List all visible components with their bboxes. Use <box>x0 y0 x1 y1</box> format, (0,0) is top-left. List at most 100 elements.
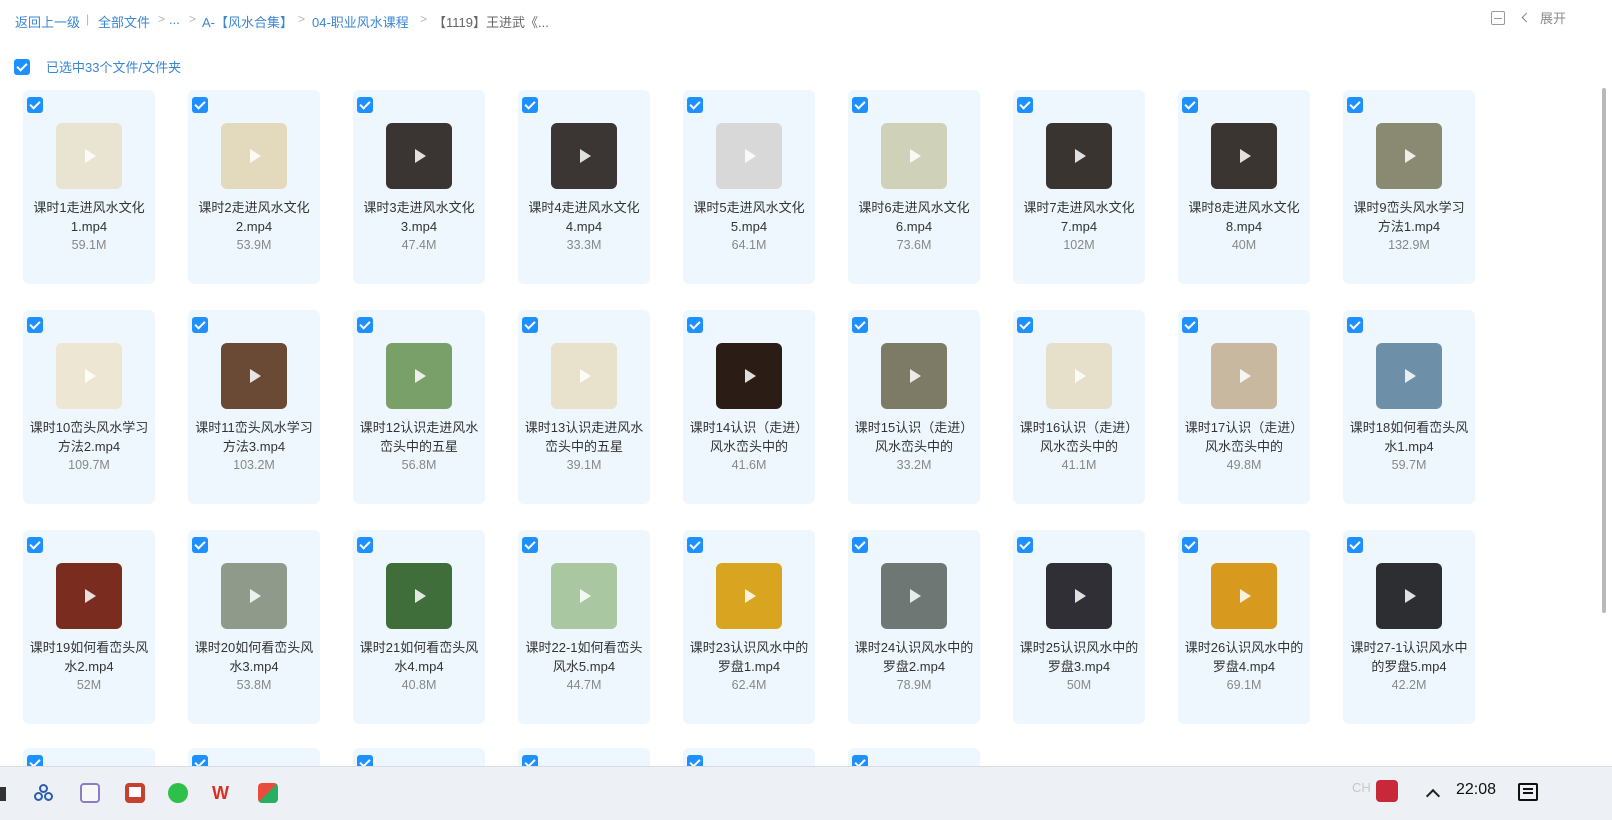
file-checkbox[interactable] <box>1182 537 1198 553</box>
file-checkbox[interactable] <box>27 537 43 553</box>
file-card[interactable]: 课时12认识走进风水峦头中的五星 56.8M <box>353 310 485 504</box>
file-name[interactable]: 课时25认识风水中的罗盘3.mp4 <box>1019 638 1139 676</box>
file-name[interactable]: 课时7走进风水文化7.mp4 <box>1019 198 1139 236</box>
file-name[interactable]: 课时17认识（走进）风水峦头中的 <box>1184 418 1304 456</box>
file-checkbox[interactable] <box>852 317 868 333</box>
file-card[interactable]: 课时20如何看峦头风水3.mp4 53.8M <box>188 530 320 724</box>
file-checkbox[interactable] <box>1017 317 1033 333</box>
file-checkbox[interactable] <box>1347 97 1363 113</box>
baidu-netdisk-icon[interactable] <box>34 783 54 803</box>
video-thumbnail[interactable] <box>1376 123 1442 189</box>
file-card[interactable]: 课时22-1如何看峦头风水5.mp4 44.7M <box>518 530 650 724</box>
file-card[interactable]: 课时9峦头风水学习方法1.mp4 132.9M <box>1343 90 1475 284</box>
file-card[interactable]: 课时13认识走进风水峦头中的五星 39.1M <box>518 310 650 504</box>
file-name[interactable]: 课时23认识风水中的罗盘1.mp4 <box>689 638 809 676</box>
video-thumbnail[interactable] <box>56 563 122 629</box>
video-thumbnail[interactable] <box>716 563 782 629</box>
video-thumbnail[interactable] <box>56 343 122 409</box>
video-thumbnail[interactable] <box>551 563 617 629</box>
file-name[interactable]: 课时3走进风水文化3.mp4 <box>359 198 479 236</box>
file-name[interactable]: 课时18如何看峦头风水1.mp4 <box>1349 418 1469 456</box>
video-thumbnail[interactable] <box>221 563 287 629</box>
file-name[interactable]: 课时15认识（走进）风水峦头中的 <box>854 418 974 456</box>
video-thumbnail[interactable] <box>56 123 122 189</box>
file-checkbox[interactable] <box>192 317 208 333</box>
file-card[interactable]: 课时1走进风水文化1.mp4 59.1M <box>23 90 155 284</box>
file-checkbox[interactable] <box>1347 537 1363 553</box>
video-thumbnail[interactable] <box>221 343 287 409</box>
input-method-indicator[interactable]: CH <box>1352 780 1371 795</box>
wps-icon[interactable]: W <box>212 783 232 803</box>
file-name[interactable]: 课时5走进风水文化5.mp4 <box>689 198 809 236</box>
file-card[interactable]: 课时25认识风水中的罗盘3.mp4 50M <box>1013 530 1145 724</box>
file-name[interactable]: 课时26认识风水中的罗盘4.mp4 <box>1184 638 1304 676</box>
file-card[interactable]: 课时26认识风水中的罗盘4.mp4 69.1M <box>1178 530 1310 724</box>
video-thumbnail[interactable] <box>881 123 947 189</box>
file-checkbox[interactable] <box>357 537 373 553</box>
file-checkbox[interactable] <box>1182 97 1198 113</box>
clock[interactable]: 22:08 <box>1456 781 1496 799</box>
notification-icon[interactable] <box>1518 783 1538 801</box>
file-checkbox[interactable] <box>1017 97 1033 113</box>
file-name[interactable]: 课时19如何看峦头风水2.mp4 <box>29 638 149 676</box>
file-manager-icon[interactable] <box>258 783 278 803</box>
file-checkbox[interactable] <box>1017 537 1033 553</box>
video-thumbnail[interactable] <box>716 123 782 189</box>
file-checkbox[interactable] <box>357 97 373 113</box>
video-thumbnail[interactable] <box>1046 563 1112 629</box>
file-card[interactable]: 课时19如何看峦头风水2.mp4 52M <box>23 530 155 724</box>
file-checkbox[interactable] <box>687 537 703 553</box>
vertical-scrollbar[interactable] <box>1602 88 1606 613</box>
file-card[interactable]: 课时18如何看峦头风水1.mp4 59.7M <box>1343 310 1475 504</box>
file-name[interactable]: 课时8走进风水文化8.mp4 <box>1184 198 1304 236</box>
select-all-checkbox[interactable] <box>14 58 30 75</box>
video-thumbnail[interactable] <box>1211 563 1277 629</box>
expand-button[interactable]: 展开 <box>1521 8 1566 27</box>
video-thumbnail[interactable] <box>1046 123 1112 189</box>
file-card[interactable]: 课时3走进风水文化3.mp4 47.4M <box>353 90 485 284</box>
file-card[interactable]: 课时4走进风水文化4.mp4 33.3M <box>518 90 650 284</box>
file-name[interactable]: 课时24认识风水中的罗盘2.mp4 <box>854 638 974 676</box>
file-name[interactable]: 课时16认识（走进）风水峦头中的 <box>1019 418 1139 456</box>
video-thumbnail[interactable] <box>1211 123 1277 189</box>
file-name[interactable]: 课时2走进风水文化2.mp4 <box>194 198 314 236</box>
file-name[interactable]: 课时9峦头风水学习方法1.mp4 <box>1349 198 1469 236</box>
file-checkbox[interactable] <box>852 97 868 113</box>
file-name[interactable]: 课时21如何看峦头风水4.mp4 <box>359 638 479 676</box>
file-checkbox[interactable] <box>27 97 43 113</box>
file-card[interactable]: 课时6走进风水文化6.mp4 73.6M <box>848 90 980 284</box>
file-card-partial[interactable] <box>683 748 815 771</box>
file-name[interactable]: 课时10峦头风水学习方法2.mp4 <box>29 418 149 456</box>
video-thumbnail[interactable] <box>386 343 452 409</box>
file-name[interactable]: 课时27-1认识风水中的罗盘5.mp4 <box>1349 638 1469 676</box>
file-checkbox[interactable] <box>1347 317 1363 333</box>
wechat-icon[interactable] <box>168 783 188 803</box>
file-checkbox[interactable] <box>1182 317 1198 333</box>
list-view-icon[interactable] <box>1490 10 1505 25</box>
file-card-partial[interactable] <box>518 748 650 771</box>
file-name[interactable]: 课时14认识（走进）风水峦头中的 <box>689 418 809 456</box>
notes-app-icon[interactable] <box>80 783 100 803</box>
file-card[interactable]: 课时8走进风水文化8.mp4 40M <box>1178 90 1310 284</box>
file-card[interactable]: 课时7走进风水文化7.mp4 102M <box>1013 90 1145 284</box>
file-checkbox[interactable] <box>27 317 43 333</box>
file-card[interactable]: 课时14认识（走进）风水峦头中的 41.6M <box>683 310 815 504</box>
file-name[interactable]: 课时20如何看峦头风水3.mp4 <box>194 638 314 676</box>
file-card[interactable]: 课时24认识风水中的罗盘2.mp4 78.9M <box>848 530 980 724</box>
file-card[interactable]: 课时11峦头风水学习方法3.mp4 103.2M <box>188 310 320 504</box>
file-checkbox[interactable] <box>192 537 208 553</box>
file-name[interactable]: 课时6走进风水文化6.mp4 <box>854 198 974 236</box>
breadcrumb-all-files[interactable]: 全部文件 <box>98 12 150 31</box>
file-card[interactable]: 课时21如何看峦头风水4.mp4 40.8M <box>353 530 485 724</box>
file-card[interactable]: 课时27-1认识风水中的罗盘5.mp4 42.2M <box>1343 530 1475 724</box>
video-thumbnail[interactable] <box>881 343 947 409</box>
breadcrumb-folder-courses[interactable]: 04-职业风水课程 <box>312 12 409 31</box>
chevron-up-icon[interactable] <box>1425 788 1441 804</box>
file-checkbox[interactable] <box>522 537 538 553</box>
file-card[interactable]: 课时2走进风水文化2.mp4 53.9M <box>188 90 320 284</box>
file-name[interactable]: 课时22-1如何看峦头风水5.mp4 <box>524 638 644 676</box>
video-thumbnail[interactable] <box>716 343 782 409</box>
video-thumbnail[interactable] <box>1376 563 1442 629</box>
breadcrumb-ellipsis[interactable]: ... <box>169 12 180 27</box>
breadcrumb-folder-feng-shui[interactable]: A-【风水合集】 <box>202 12 293 31</box>
